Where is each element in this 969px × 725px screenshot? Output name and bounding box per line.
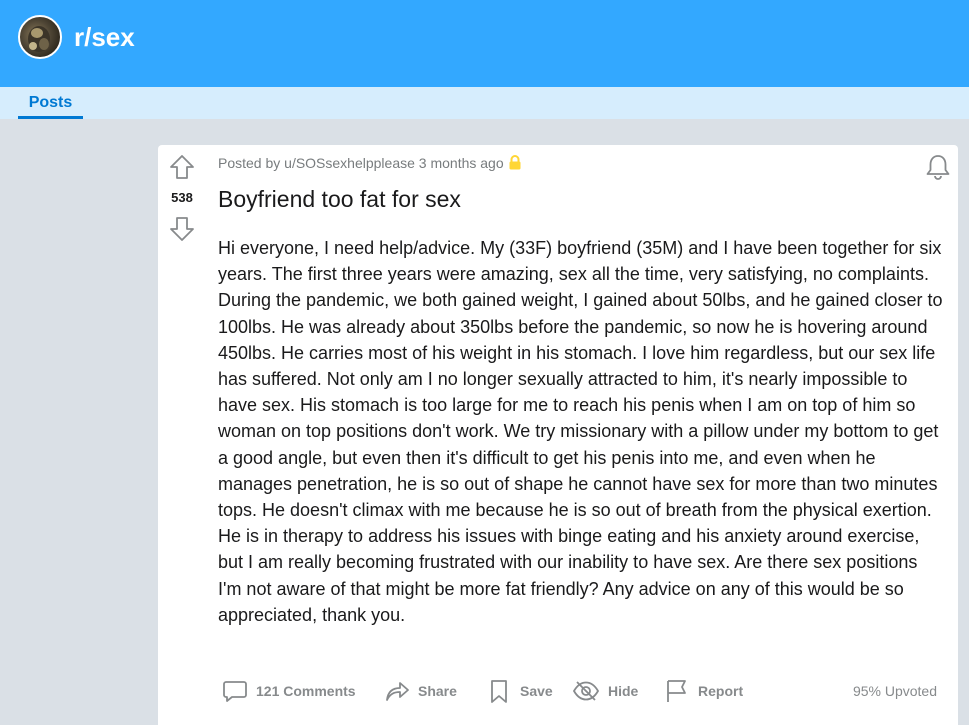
share-arrow-icon [386,682,409,701]
post-action-bar: 121 Comments Share Save Hide Report 95% … [218,675,943,707]
vote-score: 538 [171,190,193,205]
post-meta-text[interactable]: Posted by u/SOSsexhelpplease 3 months ag… [218,155,504,171]
report-label: Report [698,683,744,699]
post-meta: Posted by u/SOSsexhelpplease 3 months ag… [218,155,522,173]
eye-slash-icon [572,681,600,701]
tab-posts[interactable]: Posts [18,93,83,119]
save-button[interactable]: Save [486,675,553,707]
downvote-arrow-icon[interactable] [168,215,196,243]
share-label: Share [418,683,457,699]
post-card: 538 Posted by u/SOSsexhelpplease 3 month… [158,145,958,725]
bell-icon[interactable] [924,153,952,181]
flag-icon [667,680,686,702]
lock-icon [508,155,522,173]
upvote-ratio: 95% Upvoted [852,683,937,699]
post-body: Hi everyone, I need help/advice. My (33F… [218,238,943,625]
post-title[interactable]: Boyfriend too fat for sex [218,185,461,213]
subreddit-tab-bar: Posts [0,87,969,119]
vote-column: 538 [158,145,206,265]
comment-bubble-icon [223,681,247,702]
hide-button[interactable]: Hide [572,675,638,707]
bookmark-icon [491,680,507,703]
share-button[interactable]: Share [384,675,457,707]
upvote-arrow-icon[interactable] [168,153,196,181]
save-label: Save [520,683,553,699]
hide-label: Hide [608,683,639,699]
report-button[interactable]: Report [664,675,743,707]
comments-label: 121 Comments [256,683,356,699]
subreddit-avatar-icon[interactable] [18,15,62,59]
subreddit-name[interactable]: r/sex [74,20,135,54]
subreddit-banner: r/sex [0,0,969,87]
comments-button[interactable]: 121 Comments [222,675,356,707]
